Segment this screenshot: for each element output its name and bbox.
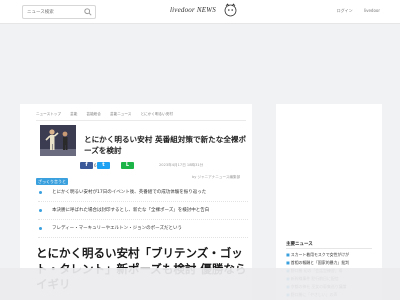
breadcrumb-item[interactable]: 芸能総合 xyxy=(86,112,100,116)
summary-text: とにかく明るい安村が17日のイベント後、英番組での成功体験を振り返った xyxy=(52,190,207,195)
news-list-item[interactable]: ■首相の報酬と「国家的暴力」批判 xyxy=(286,260,378,266)
divider xyxy=(286,248,372,249)
breadcrumb: ニューストップ 芸能 芸能総合 芸能ニュース とにかく明るい安村 xyxy=(36,112,181,117)
summary-item: とにかく明るい安村が17日のイベント後、英番組での成功体験を振り返った xyxy=(38,184,248,202)
news-list-item[interactable]: ■スカート着用モスクで女性がけが xyxy=(286,252,378,258)
breadcrumb-item[interactable]: 芸能ニュース xyxy=(110,112,131,116)
summary-text: 本決勝に呼ばれた場合は封印するとし、新たな「全裸ポーズ」を検討中と告白 xyxy=(52,208,210,213)
breadcrumb-item[interactable]: とにかく明るい安村 xyxy=(141,112,173,116)
divider xyxy=(36,120,246,121)
logo-mascot-icon xyxy=(224,3,237,17)
bottom-overlay-ad xyxy=(0,268,400,300)
breadcrumb-item[interactable]: ニューストップ xyxy=(36,112,61,116)
ad-space xyxy=(0,25,400,103)
breadcrumb-item[interactable]: 芸能 xyxy=(70,112,77,116)
bullet-icon xyxy=(39,227,42,230)
facebook-share-button[interactable]: f xyxy=(80,162,93,169)
article-title: とにかく明るい安村 英番組対策で新たな全裸ポーズを検討 xyxy=(84,135,247,155)
sidebar-title: 主要ニュース xyxy=(286,242,313,247)
summary-item: 本決勝に呼ばれた場合は封印するとし、新たな「全裸ポーズ」を検討中と告白 xyxy=(38,202,248,220)
site-logo[interactable]: livedoor NEWS xyxy=(170,6,216,14)
news-list-item-label[interactable]: 首相の報酬と「国家的暴力」批判 xyxy=(291,260,349,265)
search-icon[interactable] xyxy=(84,8,92,16)
search-box[interactable] xyxy=(22,5,96,19)
article-thumbnail[interactable] xyxy=(40,125,76,156)
publish-date: 2023年4月17日 18時31分 xyxy=(159,163,204,167)
search-input[interactable] xyxy=(27,6,79,18)
site-header: livedoor NEWS ログイン livedoor xyxy=(0,0,400,24)
bullet-icon xyxy=(39,191,42,194)
news-list-item-label[interactable]: スカート着用モスクで女性がけが xyxy=(291,252,349,257)
article-source[interactable]: by ジャニアナニュース編集部 xyxy=(192,175,240,180)
twitter-share-button[interactable]: t xyxy=(97,162,110,169)
header-links: ログイン livedoor xyxy=(327,8,380,14)
sidebar-ad-space xyxy=(280,104,378,232)
livedoor-link[interactable]: livedoor xyxy=(364,8,380,13)
summary-item: フレディー・マーキュリーやエルトン・ジョンのポーズだという xyxy=(38,220,248,238)
login-link[interactable]: ログイン xyxy=(337,8,353,13)
summary-text: フレディー・マーキュリーやエルトン・ジョンのポーズだという xyxy=(52,226,182,231)
bullet-icon xyxy=(39,209,42,212)
line-share-button[interactable]: L xyxy=(121,162,134,169)
